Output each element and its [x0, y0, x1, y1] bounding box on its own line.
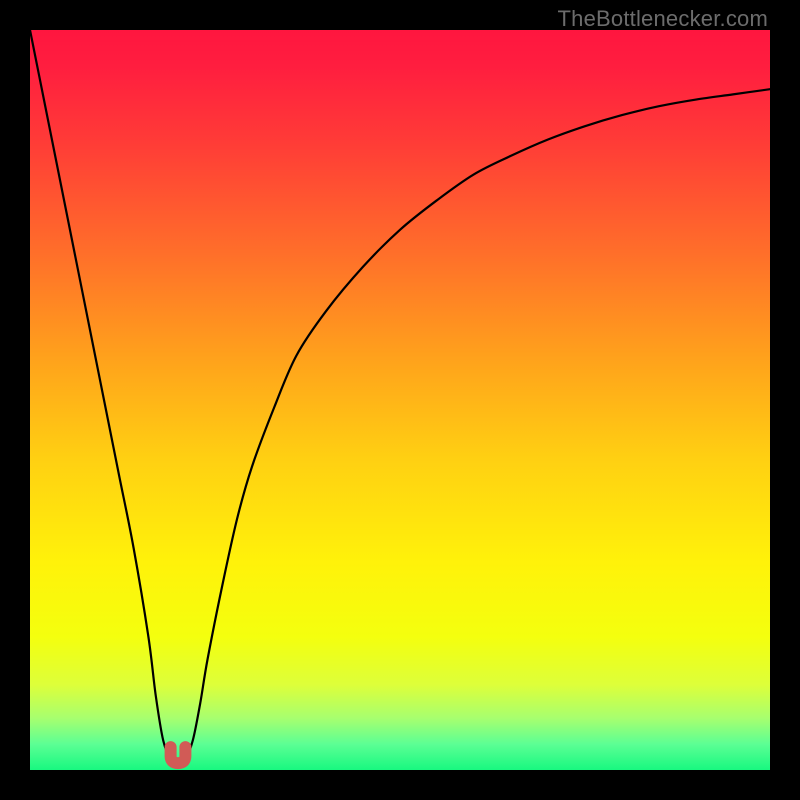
- watermark-text: TheBottlenecker.com: [558, 6, 768, 32]
- gradient-background: [30, 30, 770, 770]
- bottleneck-chart: [30, 30, 770, 770]
- plot-frame: [30, 30, 770, 770]
